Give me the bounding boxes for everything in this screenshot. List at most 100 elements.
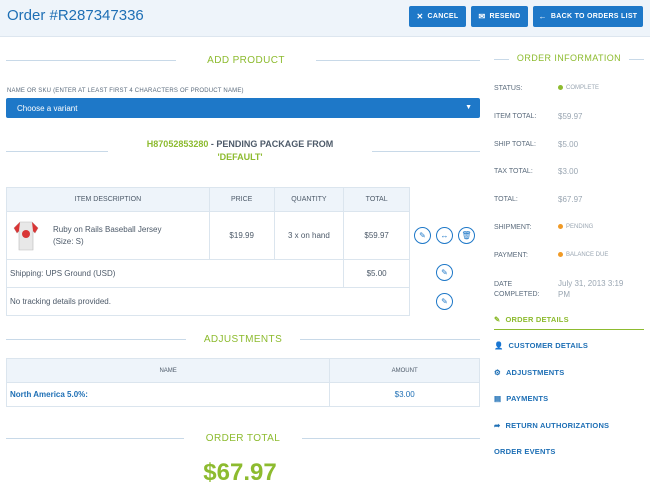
share-icon: ➦ [494,421,501,430]
nav-return-authorizations[interactable]: ➦ RETURN AUTHORIZATIONS [494,421,609,430]
caret-down-icon: ▼ [465,104,472,111]
edit-shipping-button[interactable]: ✎ [436,264,453,281]
date-label-line2: COMPLETED: [494,291,540,298]
variant-field-label: NAME OR SKU (ENTER AT LEAST FIRST 4 CHAR… [7,88,244,94]
total-value: $67.97 [558,195,583,204]
date-line2: PM [558,290,570,299]
col-header-total: TOTAL [343,187,410,212]
adjustments-table: NAME AMOUNT North America 5.0%: $3.00 [5,358,480,407]
col-header-price: PRICE [208,187,275,212]
arrow-left-icon: ← [538,12,547,21]
divider [316,60,480,61]
variant-select[interactable]: Choose a variant ▼ [6,98,480,118]
col-header-name: NAME [5,358,331,383]
nav-order-details[interactable]: ✎ ORDER DETAILS [494,315,569,324]
nav-adjustments[interactable]: ⚙ ADJUSTMENTS [494,368,564,377]
item-description: Ruby on Rails Baseball Jersey (Size: S) [53,224,162,246]
edit-tracking-button[interactable]: ✎ [436,293,453,310]
envelope-icon: ✉ [478,12,486,21]
divider [302,438,480,439]
table-row: Shipping: UPS Ground (USD) $5.00 [5,259,410,288]
adjustment-name: North America 5.0%: [5,382,331,407]
tax-total-value: $3.00 [558,167,579,176]
edit-icon: ✎ [441,297,448,306]
table-header-row: NAME AMOUNT [5,358,480,383]
nav-customer-details-label: CUSTOMER DETAILS [508,341,589,350]
shipping-total: $5.00 [343,259,410,288]
adjustment-amount: $3.00 [329,382,480,407]
payment-dot [558,252,563,257]
variant-select-value: Choose a variant [17,103,78,113]
cancel-label: CANCEL [427,13,459,20]
nav-return-authorizations-label: RETURN AUTHORIZATIONS [505,421,610,430]
table-row: North America 5.0%: $3.00 [5,382,480,407]
divider [372,151,480,152]
nav-order-events[interactable]: ORDER EVENTS [494,447,556,456]
order-total-title: ORDER TOTAL [205,433,281,444]
order-info-title: ORDER INFORMATION [516,53,622,63]
table-row: Ruby on Rails Baseball Jersey (Size: S) … [6,211,410,260]
divider [629,59,644,60]
col-header-quantity: QUANTITY [273,187,345,212]
item-total-value: $59.97 [558,112,583,121]
order-total-value: $67.97 [203,459,277,486]
stock-location: 'DEFAULT' [217,152,263,162]
divider [6,438,184,439]
shipment-dot [558,224,563,229]
package-number: H87052853280 [146,139,209,149]
edit-item-button[interactable]: ✎ [414,227,431,244]
add-product-title: ADD PRODUCT [207,55,285,66]
item-quantity: 3 x on hand [273,211,345,260]
back-label: BACK TO ORDERS LIST [550,13,638,20]
divider [6,339,186,340]
nav-order-details-label: ORDER DETAILS [505,315,569,324]
times-icon: ✕ [416,12,424,21]
nav-customer-details[interactable]: 👤 CUSTOMER DETAILS [494,341,588,350]
cogs-icon: ⚙ [494,368,501,377]
shipping-method: Shipping: UPS Ground (USD) [5,259,345,288]
ship-total-value: $5.00 [558,140,579,149]
resend-button[interactable]: ✉ RESEND [471,6,528,27]
nav-order-events-label: ORDER EVENTS [494,447,556,456]
divider [494,59,509,60]
resend-label: RESEND [489,13,521,20]
delete-item-button[interactable]: 🗑 [458,227,475,244]
cancel-button[interactable]: ✕ CANCEL [409,6,466,27]
item-total: $59.97 [343,211,410,260]
split-icon: ↔ [440,231,449,240]
jersey-image [13,221,39,250]
edit-icon: ✎ [494,315,501,324]
page-title: Order #R287347336 [7,7,144,24]
shipment-label: SHIPMENT: [494,224,532,231]
package-title-text: - PENDING PACKAGE FROM [208,139,334,149]
nav-payments-label: PAYMENTS [506,394,549,403]
back-to-orders-button[interactable]: ← BACK TO ORDERS LIST [533,6,643,27]
payment-text: BALANCE DUE [566,252,609,259]
table-row: No tracking details provided. [6,287,410,316]
divider [300,339,480,340]
shipment-value: PENDING [558,224,593,230]
date-completed-label: DATE COMPLETED: [494,280,540,300]
tax-total-label: TAX TOTAL: [494,168,533,175]
status-dot [558,85,563,90]
divider [6,60,176,61]
shipment-text: PENDING [566,224,594,231]
item-price: $19.99 [208,211,275,260]
col-header-amount: AMOUNT [329,358,480,383]
table-header-row: ITEM DESCRIPTION PRICE QUANTITY TOTAL [6,187,410,212]
line-items-table: ITEM DESCRIPTION PRICE QUANTITY TOTAL Ru… [5,187,410,316]
page-header: Order #R287347336 ✕ CANCEL ✉ RESEND ← BA… [0,0,650,37]
item-total-label: ITEM TOTAL: [494,113,537,120]
ship-total-label: SHIP TOTAL: [494,141,536,148]
status-text: COMPLETE [566,85,600,92]
divider [6,151,108,152]
nav-payments[interactable]: ▤ PAYMENTS [494,394,548,403]
trash-icon: 🗑 [461,231,472,240]
package-title: H87052853280 - PENDING PACKAGE FROM 'DEF… [110,138,370,164]
split-item-button[interactable]: ↔ [436,227,453,244]
date-line1: July 31, 2013 3:19 [558,279,624,288]
date-completed-value: July 31, 2013 3:19 PM [558,278,623,300]
nav-adjustments-label: ADJUSTMENTS [505,368,565,377]
payments-icon: ▤ [494,394,502,403]
payment-value: BALANCE DUE [558,252,608,258]
